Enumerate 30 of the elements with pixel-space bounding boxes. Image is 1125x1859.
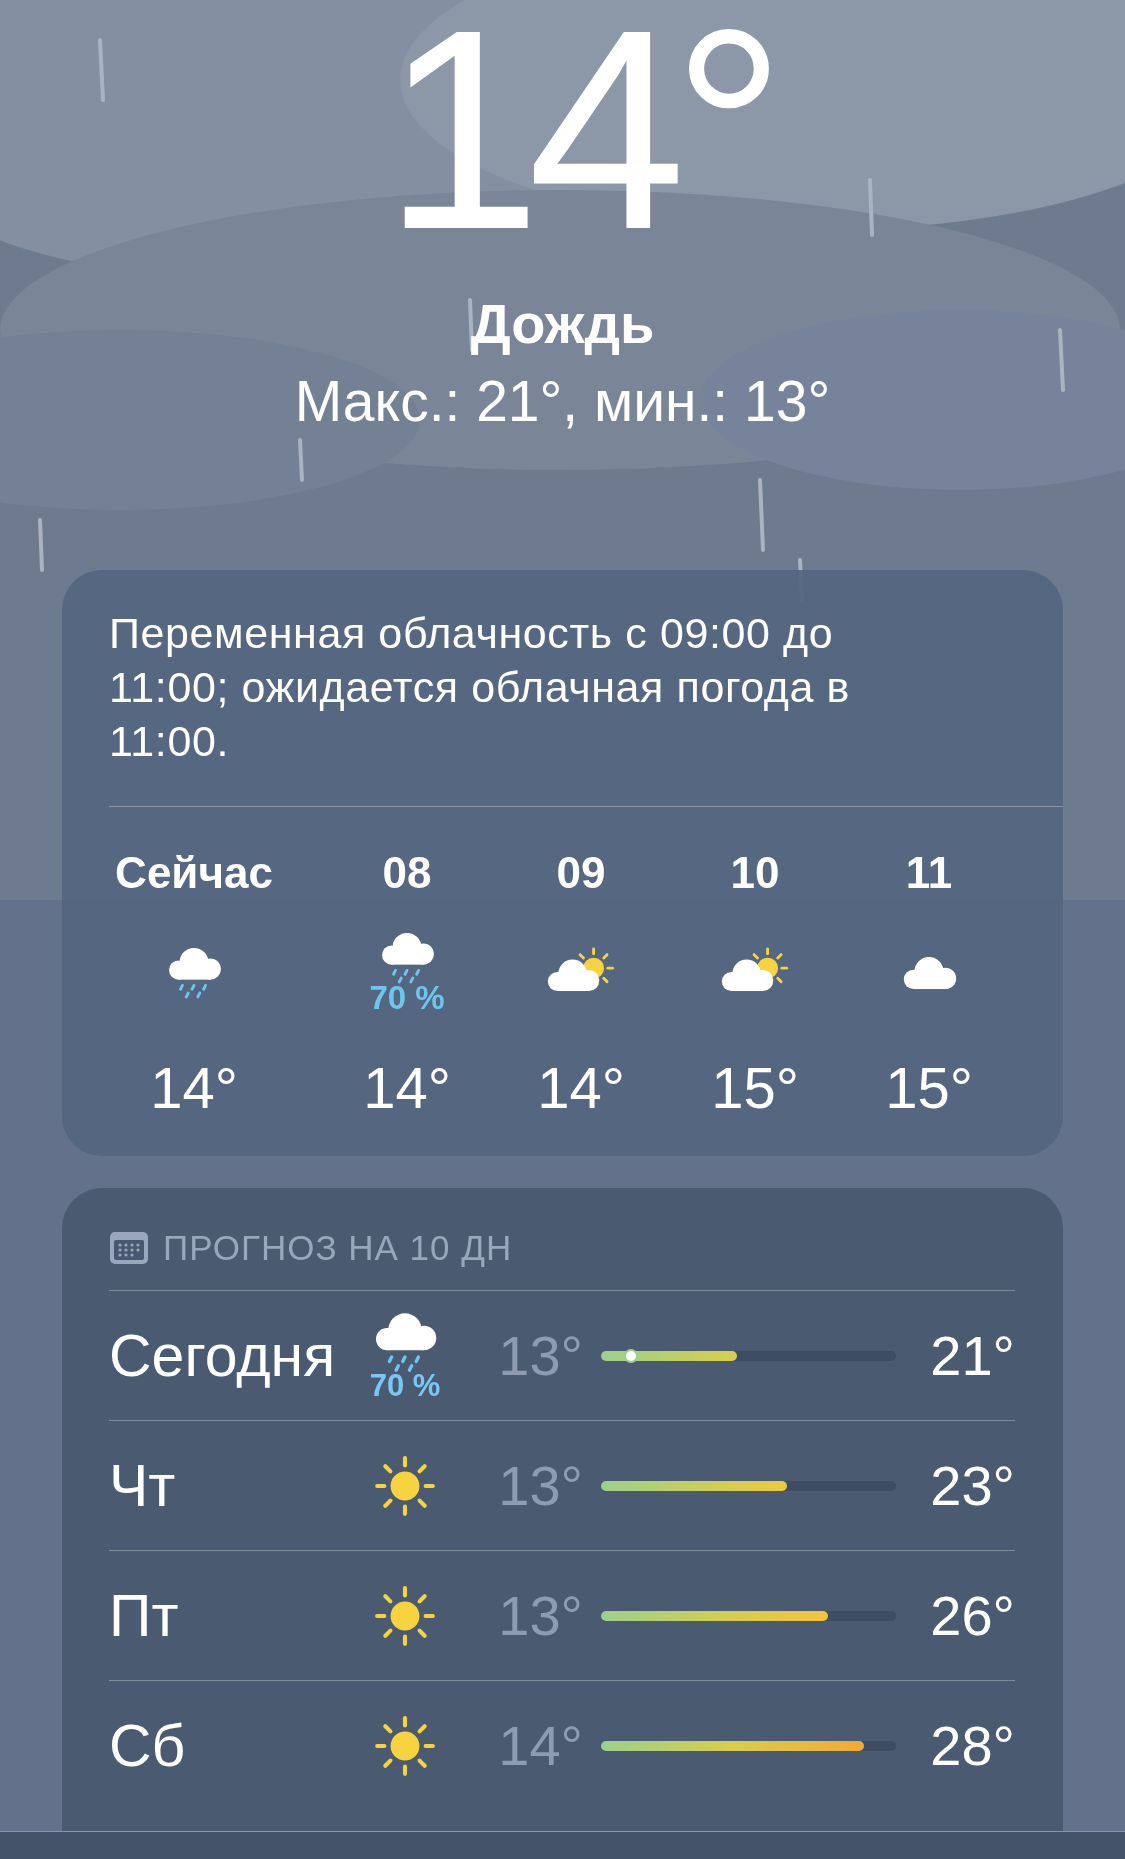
high-temperature: 26° <box>929 1583 1015 1648</box>
precipitation-chance: 70 % <box>369 979 445 1016</box>
hour-temperature: 15° <box>885 1056 973 1120</box>
hour-label: Сейчас <box>115 848 273 898</box>
day-label: Чт <box>109 1451 177 1520</box>
high-low-temperature: Макс.: 21°, мин.: 13° <box>294 368 831 434</box>
day-label: Пт <box>109 1581 180 1650</box>
hour-temperature: 14° <box>150 1056 238 1120</box>
current-temperature: 14° <box>382 0 772 264</box>
precipitation-chance: 70 % <box>369 1370 441 1401</box>
hour-temperature: 15° <box>711 1056 799 1120</box>
section-title: ПРОГНОЗ НА 10 ДН <box>163 1228 513 1268</box>
high-temperature: 23° <box>929 1453 1015 1518</box>
weather-condition: Дождь <box>470 292 655 356</box>
calendar-icon <box>109 1231 149 1265</box>
forecast-summary: Переменная облачность с 09:00 до 11:00; ожидается облачная погода в 11:00. <box>109 608 852 767</box>
hour-label: 08 <box>382 848 432 898</box>
high-temperature: 28° <box>929 1713 1015 1778</box>
high-temperature: 21° <box>929 1323 1015 1388</box>
day-label: Сегодня <box>109 1321 337 1390</box>
low-temperature: 13° <box>497 1583 583 1648</box>
low-temperature: 14° <box>497 1713 583 1778</box>
hour-temperature: 14° <box>363 1056 451 1120</box>
hour-label: 11 <box>905 848 953 898</box>
low-temperature: 13° <box>497 1323 583 1388</box>
hour-label: 10 <box>730 848 780 898</box>
day-label: Сб <box>109 1711 187 1780</box>
hour-label: 09 <box>556 848 606 898</box>
hour-temperature: 14° <box>537 1056 625 1120</box>
low-temperature: 13° <box>497 1453 583 1518</box>
